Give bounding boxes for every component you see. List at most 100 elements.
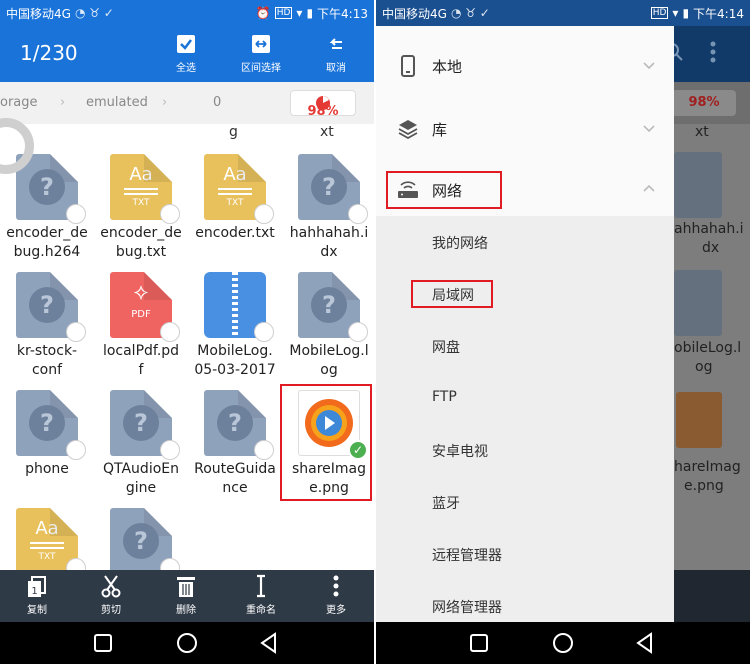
checkbox-icon [177,35,195,53]
navigation-drawer: 本地 库 网络 我的网络 局域网 网盘 FTP 安卓电视 蓝牙 远程管理器 网络管理器 [376,26,674,622]
recents-icon[interactable] [91,631,115,655]
battery-icon: ▮ [682,6,690,20]
selection-highlight [280,384,372,501]
rename-icon [257,574,265,598]
drawer-subitem[interactable]: 安卓电视 [376,424,674,476]
drawer-subitem[interactable]: 网盘 [376,320,674,372]
system-nav-bar [376,622,750,664]
rename-button[interactable]: 重命名 [224,574,298,616]
copy-icon: 1 [28,576,46,597]
chevron-down-icon [643,125,655,133]
action-bar: 1 复制 剪切 删除 重命名 更多 [0,570,374,622]
delete-button[interactable]: 删除 [149,574,223,616]
svg-text:1: 1 [31,586,37,597]
storage-badge: 98% [672,90,736,116]
carrier-label: 中国移动4G [382,6,447,21]
file-item[interactable]: ? QTAudioEn gine [94,390,188,510]
drawer-item-library[interactable]: 库 [376,103,674,155]
back-icon[interactable] [633,631,657,655]
select-circle[interactable] [160,440,180,460]
chevron-down-icon [643,62,655,70]
signal-icons: ◔ ♉ ✓ [74,6,114,20]
select-circle[interactable] [348,322,368,342]
storage-badge[interactable]: 98% [290,90,356,119]
breadcrumb-item[interactable]: 0 [213,95,221,110]
breadcrumb-item[interactable]: orage [0,95,38,110]
copy-button[interactable]: 1 复制 [0,574,74,616]
file-name: encoder.txt [195,225,275,241]
time-label: 下午4:14 [693,6,744,21]
select-circle[interactable] [66,558,86,570]
select-circle[interactable] [254,440,274,460]
file-item[interactable]: ? kr-stock-conf [0,272,94,392]
file-item[interactable]: ? phone [0,390,94,510]
file-item[interactable]: Aa TXT encoder_de bug.txt [94,154,188,274]
network-highlight [386,171,502,209]
drawer-subitem[interactable]: 蓝牙 [376,476,674,528]
ghost-text: ahhahah.i [674,221,744,237]
select-circle[interactable] [254,204,274,224]
status-bar: 中国移动4G ◔ ♉ ✓ HD ▾ ▮ 下午4:14 [376,0,750,26]
select-circle[interactable] [160,558,180,570]
time-label: 下午4:13 [317,6,368,21]
file-manager-screen-right: 98% xt ahhahah.i dx obileLog.l og hareIm… [376,0,750,664]
alarm-icon: ⏰ [255,6,271,20]
breadcrumb: orage › emulated › 0 98% [0,82,374,124]
select-all-button[interactable]: 全选 [151,34,221,74]
wifi-icon: ▾ [672,6,679,20]
file-name: hahhahah.i dx [289,225,369,260]
cancel-button[interactable]: 取消 [301,34,371,74]
back-icon[interactable] [257,631,281,655]
file-name: QTAudioEn gine [103,461,179,496]
drawer-subitem[interactable]: 远程管理器 [376,528,674,580]
status-bar: 中国移动4G ◔ ♉ ✓ ⏰ HD ▾ ▮ 下午4:13 [0,0,374,26]
file-item[interactable]: Aa TXT encoder.txt [188,154,282,274]
undo-icon [329,38,342,49]
selection-count: 1/230 [20,41,78,65]
selection-toolbar: 1/230 全选 区间选择 取消 [0,26,374,82]
file-item[interactable]: ? MobileLog.l og [282,272,374,392]
ghost-text: e.png [684,478,724,494]
drawer-item-local[interactable]: 本地 [376,40,674,92]
layers-icon [398,120,418,140]
drawer-subitem[interactable]: 网络管理器 [376,580,674,622]
ghost-text: xt [695,124,709,140]
file-item[interactable]: ? [94,508,188,570]
home-icon[interactable] [175,631,199,655]
file-name: encoder_de bug.txt [100,225,182,260]
file-item[interactable]: Aa TXT [0,508,94,570]
file-item[interactable]: ⟡ PDF localPdf.pd f [94,272,188,392]
select-circle[interactable] [66,322,86,342]
ghost-text: og [695,359,713,375]
select-circle[interactable] [160,322,180,342]
file-item[interactable]: ? hahhahah.i dx [282,154,374,274]
file-name: MobileLog. 05-03-2017 [194,343,276,378]
file-name: localPdf.pd f [102,343,180,378]
more-button[interactable]: 更多 [299,574,373,616]
select-circle[interactable] [66,440,86,460]
file-name: MobileLog.l og [289,343,369,378]
recents-icon[interactable] [467,631,491,655]
range-icon [252,35,270,53]
lan-highlight [411,280,493,308]
breadcrumb-item[interactable]: emulated [86,95,148,110]
cut-button[interactable]: 剪切 [74,574,148,616]
wifi-icon: ▾ [296,6,303,20]
file-item[interactable]: MobileLog. 05-03-2017 [188,272,282,392]
drawer-subitem[interactable]: 我的网络 [376,216,674,268]
more-vert-icon [333,575,339,597]
drawer-subitem[interactable]: FTP [376,372,674,424]
home-icon[interactable] [551,631,575,655]
file-name: encoder_de bug.h264 [6,225,88,260]
ghost-text: obileLog.l [674,340,742,356]
trash-icon [177,577,195,597]
select-circle[interactable] [348,204,368,224]
file-item[interactable]: ? RouteGuida nce [188,390,282,510]
select-circle[interactable] [160,204,180,224]
select-circle[interactable] [254,322,274,342]
scissors-icon [101,575,121,598]
range-select-button[interactable]: 区间选择 [226,34,296,74]
system-nav-bar [0,622,374,664]
select-circle[interactable] [66,204,86,224]
file-manager-screen-left: 中国移动4G ◔ ♉ ✓ ⏰ HD ▾ ▮ 下午4:13 1/230 全选 区间… [0,0,374,664]
